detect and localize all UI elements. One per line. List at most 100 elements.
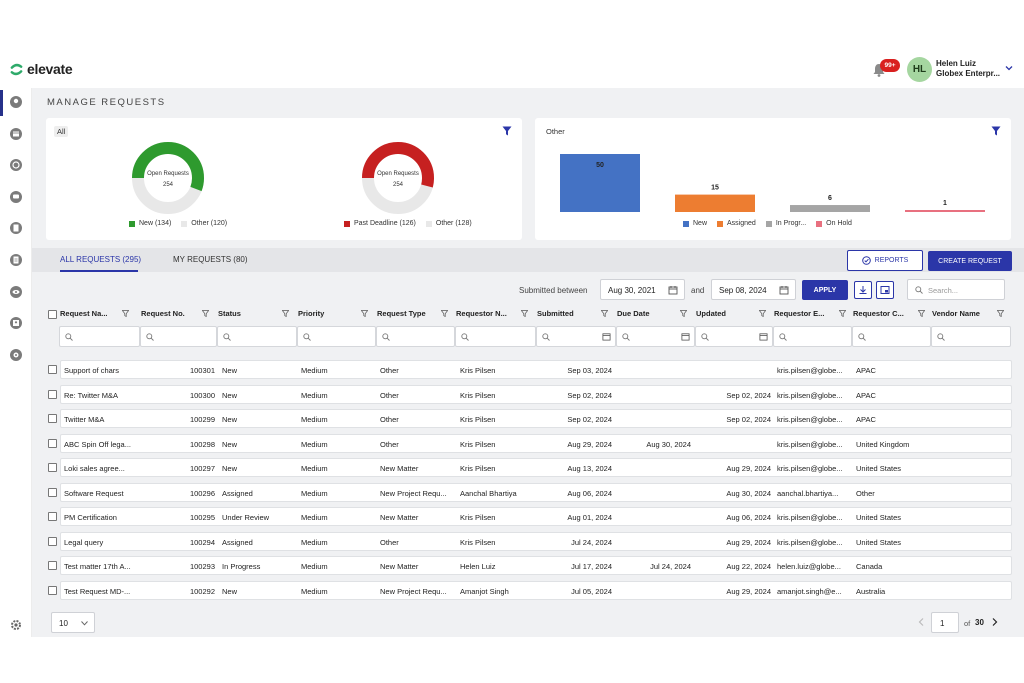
- column-search-input[interactable]: [217, 326, 297, 347]
- row-checkbox[interactable]: [48, 585, 57, 595]
- column-search-input[interactable]: [695, 326, 773, 347]
- table-cell[interactable]: Test matter 17th A...: [64, 562, 131, 571]
- column-search-input[interactable]: [140, 326, 217, 347]
- column-header[interactable]: Requestor C...: [853, 309, 904, 318]
- column-search-input[interactable]: [297, 326, 376, 347]
- select-all-checkbox[interactable]: [48, 310, 57, 319]
- column-header[interactable]: Status: [218, 309, 241, 318]
- tab-all-requests[interactable]: ALL REQUESTS (295): [60, 255, 141, 264]
- table-row[interactable]: Software Request 100296 Assigned Medium New …: [60, 482, 1012, 502]
- column-filter-icon[interactable]: [521, 310, 528, 317]
- table-cell[interactable]: PM Certification: [64, 513, 117, 522]
- table-row[interactable]: Loki sales agree... 100297 New Medium New Ma…: [60, 458, 1012, 477]
- create-request-button[interactable]: CREATE REQUEST: [928, 251, 1012, 271]
- brand-logo[interactable]: elevate: [10, 61, 73, 77]
- row-checkbox[interactable]: [48, 365, 57, 374]
- column-filter-icon[interactable]: [839, 310, 846, 317]
- table-cell[interactable]: Loki sales agree...: [64, 464, 125, 473]
- column-header[interactable]: Priority: [298, 309, 324, 318]
- column-search-input[interactable]: [536, 326, 616, 347]
- next-page-icon[interactable]: [991, 618, 998, 626]
- column-header[interactable]: Requestor E...: [774, 309, 824, 318]
- table-cell[interactable]: Re: Twitter M&A: [64, 391, 118, 400]
- person-card-icon[interactable]: [9, 316, 23, 330]
- column-header[interactable]: Requestor N...: [456, 309, 507, 318]
- table-cell[interactable]: Support of chars: [64, 366, 119, 375]
- column-filter-icon[interactable]: [997, 310, 1004, 317]
- table-row[interactable]: Support of chars 100301 New Medium Other Kris…: [60, 360, 1012, 379]
- column-search-input[interactable]: [773, 326, 852, 347]
- chevron-down-icon[interactable]: [1005, 64, 1013, 72]
- column-search-input[interactable]: [455, 326, 536, 347]
- settings-cog-icon[interactable]: [9, 348, 23, 362]
- message-icon[interactable]: [9, 190, 23, 204]
- table-cell[interactable]: Legal query: [64, 538, 103, 547]
- column-filter-icon[interactable]: [361, 310, 368, 317]
- eye-icon[interactable]: [9, 285, 23, 299]
- column-filter-icon[interactable]: [202, 310, 209, 317]
- column-filter-icon[interactable]: [282, 310, 289, 317]
- column-search-input[interactable]: [376, 326, 455, 347]
- table-row[interactable]: Re: Twitter M&A 100300 New Medium Other Kris …: [60, 384, 1012, 404]
- table-row[interactable]: Twitter M&A 100299 New Medium Other Kris Pils…: [60, 409, 1012, 428]
- table-cell[interactable]: Twitter M&A: [64, 415, 104, 424]
- column-filter-icon[interactable]: [601, 310, 608, 317]
- column-header[interactable]: Request Na...: [60, 309, 108, 318]
- row-checkbox[interactable]: [48, 438, 57, 448]
- table-row[interactable]: Test matter 17th A... 100293 In Progress Me…: [60, 556, 1012, 575]
- calendar-icon[interactable]: [668, 285, 678, 295]
- file-icon[interactable]: [9, 253, 23, 267]
- user-avatar[interactable]: HL: [907, 57, 932, 82]
- column-header[interactable]: Vendor Name: [932, 309, 980, 318]
- user-organization[interactable]: Globex Enterpr...: [936, 69, 1000, 78]
- user-name[interactable]: Helen Luiz: [936, 59, 976, 68]
- calendar-icon[interactable]: [759, 332, 768, 341]
- row-checkbox[interactable]: [48, 414, 57, 423]
- table-row[interactable]: Test Request MD-... 100292 New Medium New Pr…: [60, 580, 1012, 600]
- column-header[interactable]: Request Type: [377, 309, 426, 318]
- column-filter-icon[interactable]: [918, 310, 925, 317]
- row-checkbox[interactable]: [48, 389, 57, 399]
- document-icon[interactable]: [9, 221, 23, 235]
- row-checkbox[interactable]: [48, 561, 57, 570]
- page-size-select[interactable]: 10: [51, 612, 95, 633]
- column-search-input[interactable]: [59, 326, 140, 347]
- column-filter-icon[interactable]: [680, 310, 687, 317]
- column-filter-icon[interactable]: [759, 310, 766, 317]
- table-cell[interactable]: Test Request MD-...: [64, 587, 130, 596]
- calendar-icon[interactable]: [681, 332, 690, 341]
- table-row[interactable]: Legal query 100294 Assigned Medium Other Kris…: [60, 531, 1012, 551]
- location-pin-icon[interactable]: [9, 95, 23, 109]
- table-cell[interactable]: Software Request: [64, 489, 124, 498]
- tab-my-requests[interactable]: MY REQUESTS (80): [173, 255, 248, 264]
- row-checkbox[interactable]: [48, 463, 57, 472]
- row-checkbox[interactable]: [48, 512, 57, 521]
- column-search-input[interactable]: [616, 326, 695, 347]
- search-input[interactable]: Search...: [907, 279, 1005, 300]
- previous-page-icon[interactable]: [918, 618, 925, 626]
- apply-button[interactable]: APPLY: [802, 280, 848, 300]
- row-checkbox[interactable]: [48, 536, 57, 546]
- support-icon[interactable]: [9, 158, 23, 172]
- column-header[interactable]: Submitted: [537, 309, 574, 318]
- gear-icon[interactable]: [10, 619, 22, 631]
- download-button[interactable]: [854, 281, 872, 299]
- column-search-input[interactable]: [852, 326, 931, 347]
- column-header[interactable]: Updated: [696, 309, 726, 318]
- column-filter-icon[interactable]: [441, 310, 448, 317]
- reports-button[interactable]: REPORTS: [847, 250, 923, 271]
- row-checkbox[interactable]: [48, 487, 57, 497]
- column-header[interactable]: Due Date: [617, 309, 650, 318]
- column-settings-button[interactable]: [876, 281, 894, 299]
- calendar-icon[interactable]: [779, 285, 789, 295]
- calendar-icon[interactable]: [9, 127, 23, 141]
- date-from-input[interactable]: Aug 30, 2021: [600, 279, 685, 300]
- table-row[interactable]: ABC Spin Off lega... 100298 New Medium Other…: [60, 433, 1012, 453]
- filter-icon[interactable]: [502, 126, 512, 136]
- column-search-input[interactable]: [931, 326, 1011, 347]
- date-to-input[interactable]: Sep 08, 2024: [711, 279, 796, 300]
- table-cell[interactable]: ABC Spin Off lega...: [64, 440, 131, 449]
- column-filter-icon[interactable]: [122, 310, 129, 317]
- calendar-icon[interactable]: [602, 332, 611, 341]
- column-header[interactable]: Request No.: [141, 309, 185, 318]
